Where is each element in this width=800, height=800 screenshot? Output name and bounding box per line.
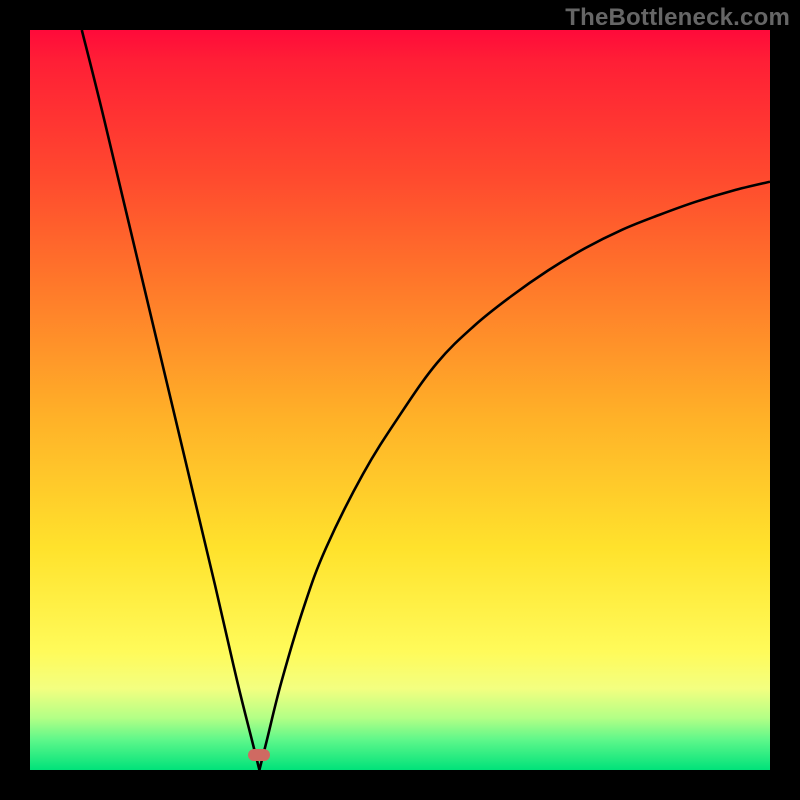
curve-left-branch [82,30,260,770]
plot-area [30,30,770,770]
vertex-marker [248,749,270,761]
bottleneck-curve [30,30,770,770]
watermark-text: TheBottleneck.com [565,4,790,32]
chart-frame: TheBottleneck.com [0,0,800,800]
curve-right-branch [259,182,770,770]
